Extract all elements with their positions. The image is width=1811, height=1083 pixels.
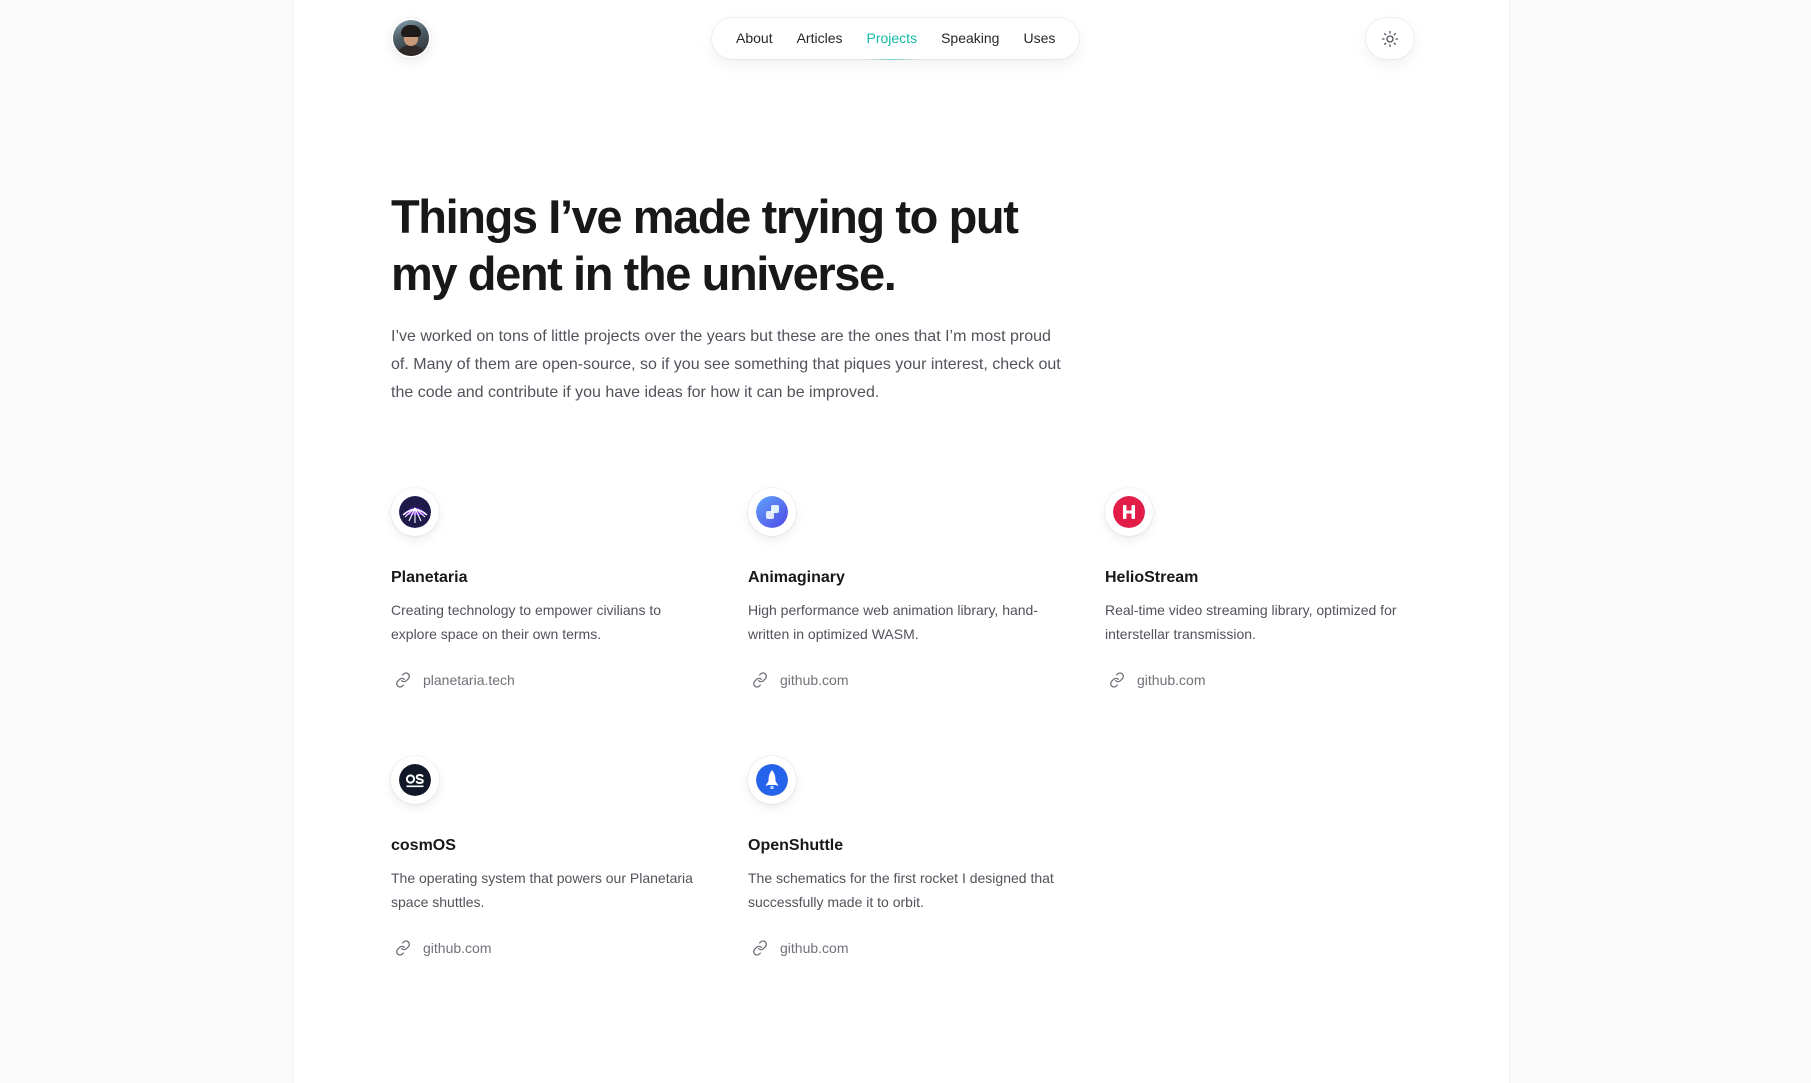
project-name: OpenShuttle [748, 837, 844, 854]
link-icon [748, 936, 772, 960]
theme-toggle-button[interactable] [1366, 18, 1414, 59]
cosmos-logo-icon [399, 764, 431, 796]
project-link[interactable]: github.com [748, 936, 848, 960]
project-link[interactable]: planetaria.tech [391, 668, 515, 692]
nav-item-about[interactable]: About [724, 18, 785, 59]
project-name: Planetaria [391, 569, 468, 586]
project-logo [391, 488, 439, 536]
project-card-animaginary[interactable]: Animaginary High performance web animati… [748, 488, 1057, 690]
project-logo [748, 756, 796, 804]
project-card-heliostream[interactable]: HelioStream Real-time video streaming li… [1105, 488, 1414, 690]
content-container: About Articles Projects Speaking Uses Th… [391, 0, 1414, 1083]
animaginary-logo-icon [756, 496, 788, 528]
project-card-planetaria[interactable]: Planetaria Creating technology to empowe… [391, 488, 700, 690]
link-icon [748, 668, 772, 692]
project-card-openshuttle[interactable]: OpenShuttle The schematics for the first… [748, 756, 1057, 958]
project-link[interactable]: github.com [1105, 668, 1205, 692]
planetaria-logo-icon [399, 496, 431, 528]
link-icon [391, 936, 415, 960]
project-link-label: github.com [1137, 672, 1206, 688]
project-logo [748, 488, 796, 536]
nav-item-articles[interactable]: Articles [785, 18, 855, 59]
link-icon [1105, 668, 1129, 692]
page-panel: About Articles Projects Speaking Uses Th… [293, 0, 1510, 1083]
projects-list: Planetaria Creating technology to empowe… [391, 488, 1414, 958]
project-link-label: github.com [780, 672, 849, 688]
nav-item-uses[interactable]: Uses [1011, 18, 1067, 59]
project-link-label: github.com [423, 940, 492, 956]
sun-icon [1381, 30, 1399, 47]
project-link[interactable]: github.com [748, 668, 848, 692]
project-description: Real-time video streaming library, optim… [1105, 602, 1397, 642]
openshuttle-logo-icon [756, 764, 788, 796]
project-card-cosmos[interactable]: cosmOS The operating system that powers … [391, 756, 700, 958]
project-name: cosmOS [391, 837, 456, 854]
link-icon [391, 668, 415, 692]
project-link-label: planetaria.tech [423, 672, 515, 688]
project-link[interactable]: github.com [391, 936, 491, 960]
nav-item-projects[interactable]: Projects [855, 18, 930, 60]
project-name: Animaginary [748, 569, 845, 586]
avatar-photo [393, 20, 429, 56]
project-description: Creating technology to empower civilians… [391, 602, 662, 642]
project-logo [391, 756, 439, 804]
nav-item-speaking[interactable]: Speaking [929, 18, 1011, 59]
project-description: The schematics for the first rocket I de… [748, 870, 1054, 910]
project-logo [1105, 488, 1153, 536]
heliostream-logo-icon [1113, 496, 1145, 528]
avatar[interactable] [391, 18, 431, 58]
page-intro: I’ve worked on tons of little projects o… [391, 328, 1061, 401]
project-name: HelioStream [1105, 569, 1199, 586]
project-description: High performance web animation library, … [748, 602, 1038, 642]
project-link-label: github.com [780, 940, 849, 956]
main-nav: About Articles Projects Speaking Uses [712, 18, 1080, 60]
project-description: The operating system that powers our Pla… [391, 870, 693, 910]
page-title: Things I’ve made trying to put my dent i… [391, 190, 1019, 300]
